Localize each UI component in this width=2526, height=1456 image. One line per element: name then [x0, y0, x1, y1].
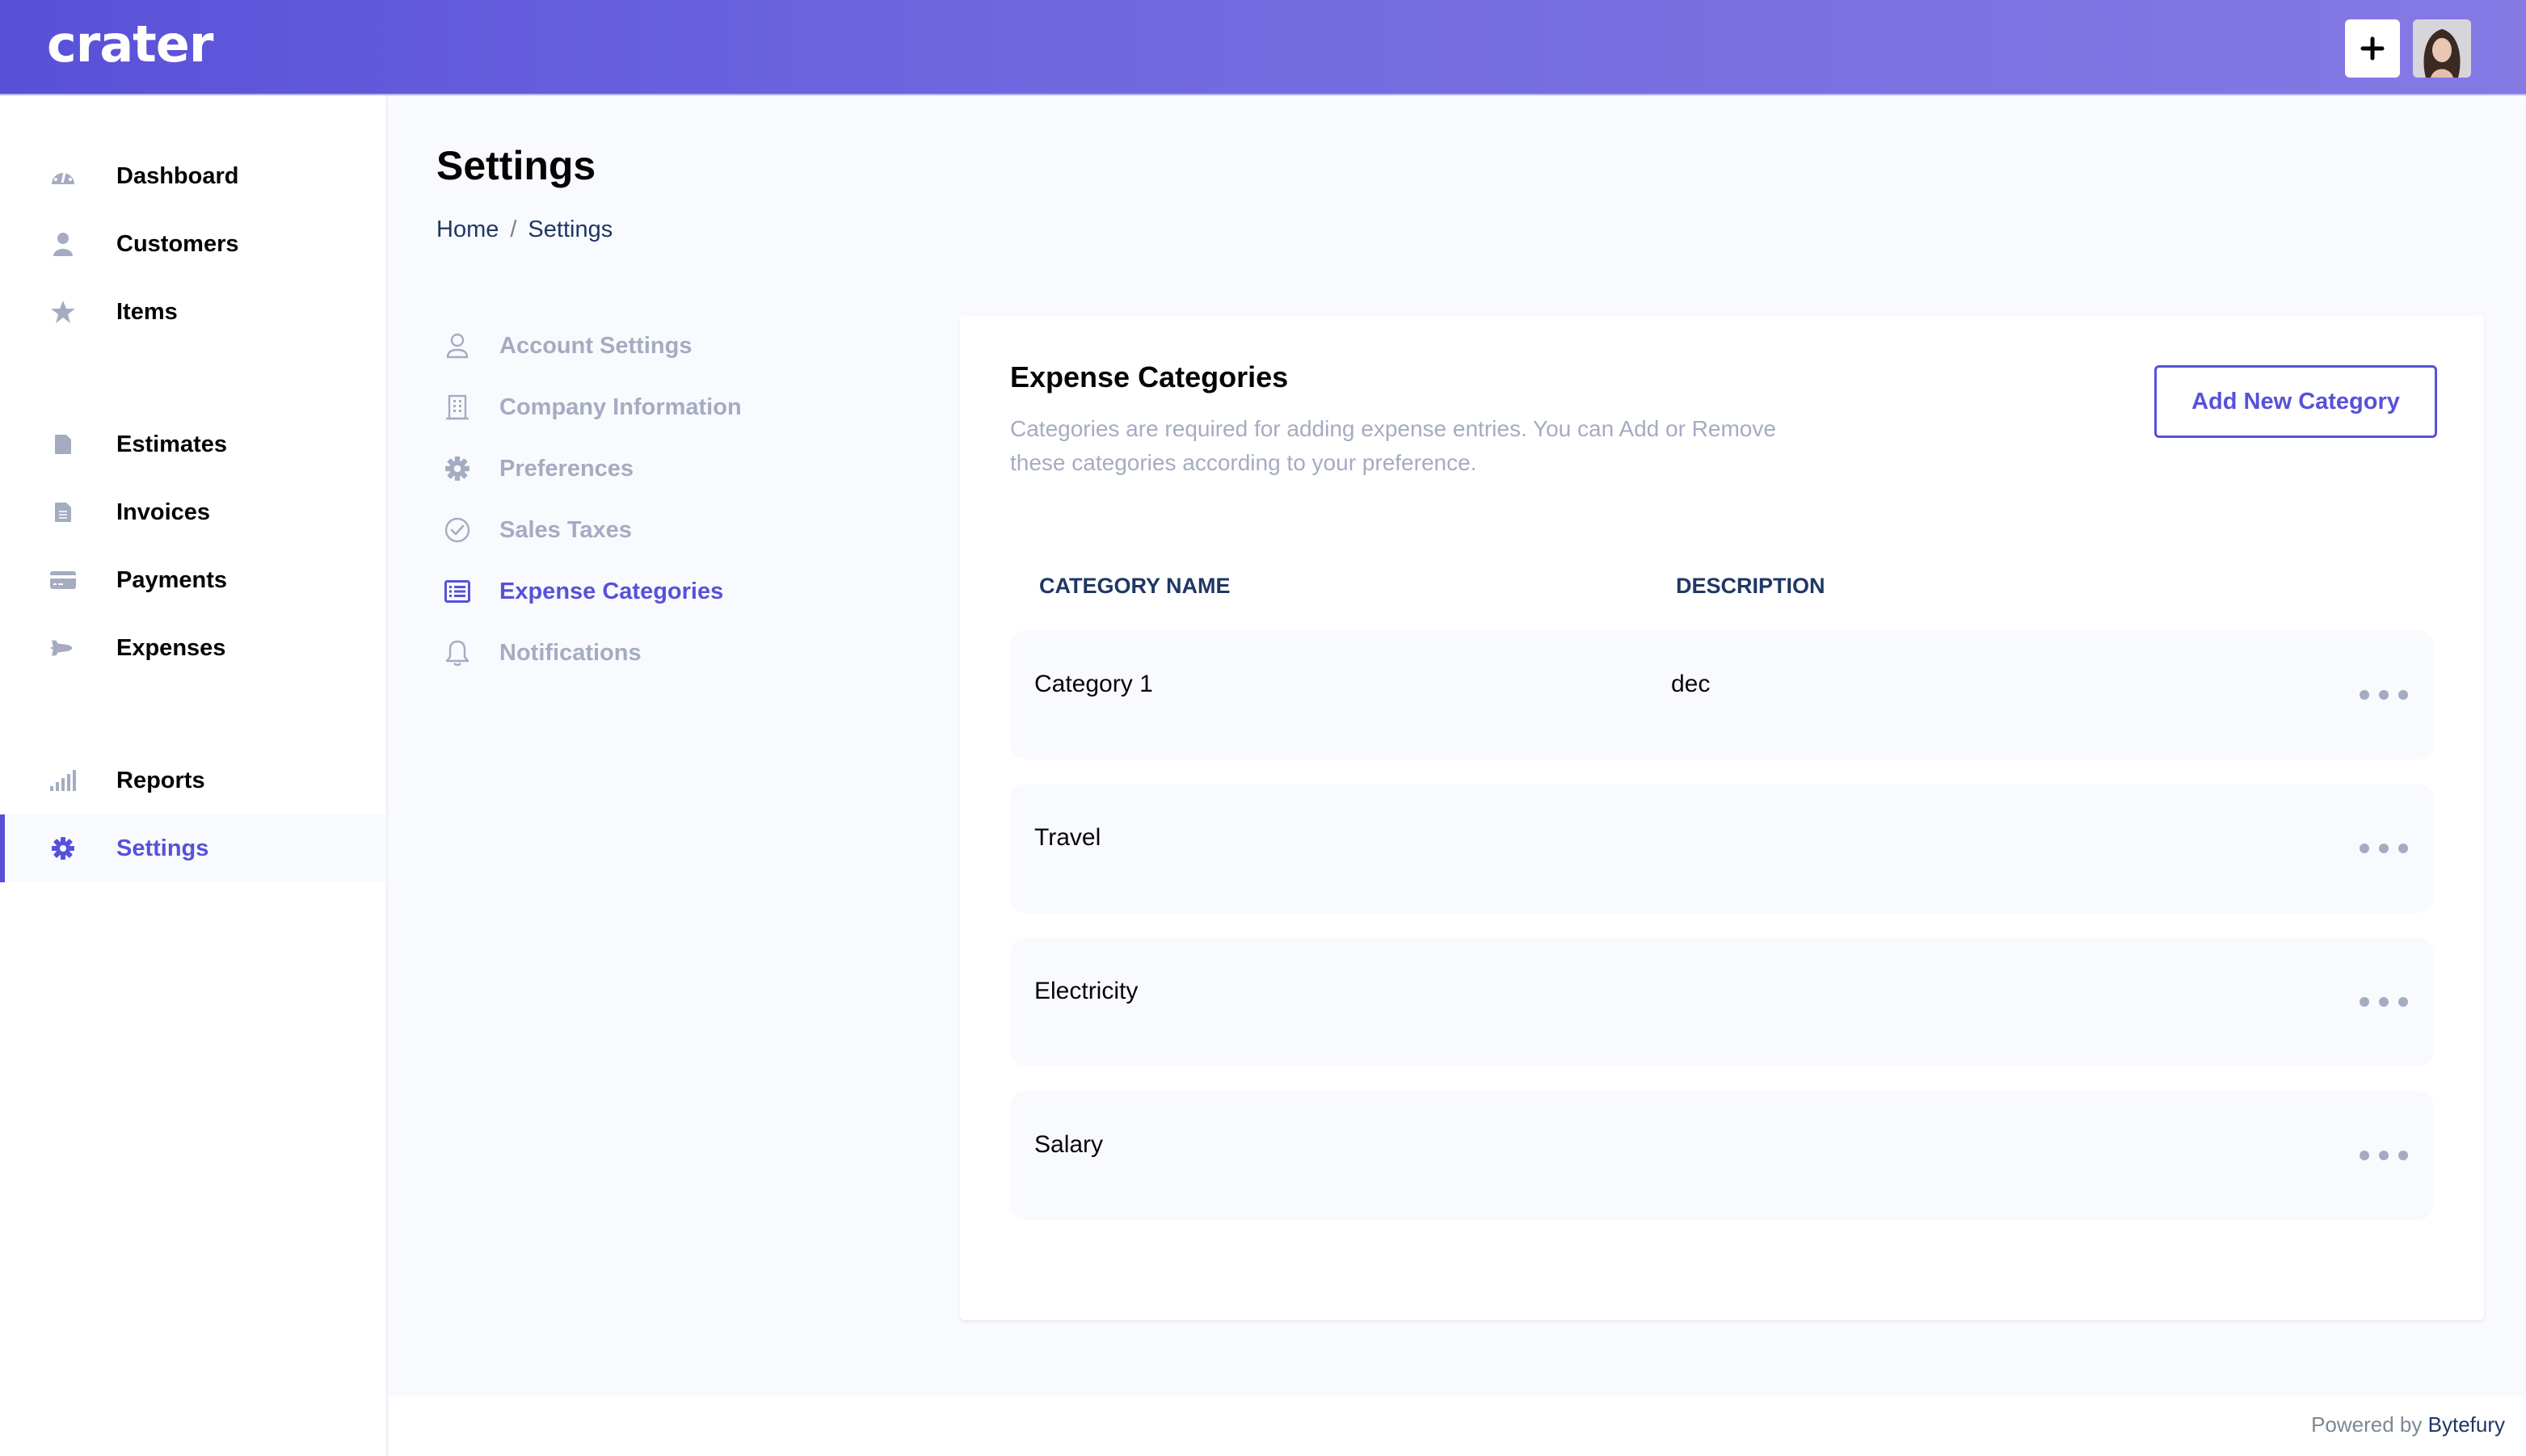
cog-icon [441, 452, 474, 485]
dots-horizontal-icon [2360, 690, 2369, 700]
add-new-category-button[interactable]: Add New Category [2154, 365, 2437, 438]
settings-nav-label: Sales Taxes [499, 516, 632, 543]
space-shuttle-icon [50, 635, 76, 661]
breadcrumb: Home / Settings [436, 217, 613, 243]
sidebar: Dashboard Customers Items Estimates Invo… [0, 95, 388, 1456]
category-name: Category 1 [1034, 671, 1153, 697]
card-description: Categories are required for adding expen… [1010, 416, 1776, 475]
powered-by: Powered by Bytefury [2311, 1412, 2505, 1437]
footer: Powered by Bytefury [389, 1396, 2526, 1456]
quick-add-button[interactable] [2345, 19, 2400, 78]
dots-horizontal-icon [2360, 1151, 2369, 1160]
sidebar-item-label: Customers [116, 230, 239, 257]
sidebar-item-label: Invoices [116, 499, 211, 525]
breadcrumb-home-link[interactable]: Home [436, 217, 499, 243]
sidebar-item-customers[interactable]: Customers [0, 210, 386, 278]
sidebar-item-reports[interactable]: Reports [0, 747, 386, 814]
category-name: Salary [1034, 1131, 1104, 1158]
bell-icon [441, 637, 474, 669]
star-icon [50, 299, 76, 325]
dots-horizontal-icon [2360, 997, 2369, 1007]
check-circle-icon [441, 514, 474, 546]
expense-categories-card: Expense Categories Categories are requir… [960, 315, 2484, 1320]
category-name: Electricity [1034, 978, 1139, 1004]
table-row[interactable]: Salary [1010, 1091, 2434, 1220]
page-title: Settings [436, 143, 596, 188]
sidebar-item-expenses[interactable]: Expenses [0, 614, 386, 682]
row-actions-button[interactable] [2360, 679, 2408, 711]
settings-nav-label: Company Information [499, 393, 742, 420]
plus-icon [2360, 36, 2385, 61]
document-icon [50, 431, 76, 457]
sidebar-item-items[interactable]: Items [0, 278, 386, 346]
sidebar-item-label: Items [116, 298, 178, 325]
sidebar-item-label: Expenses [116, 634, 226, 661]
column-header-category-name[interactable]: CATEGORY NAME [1039, 574, 1231, 599]
sidebar-item-label: Payments [116, 566, 228, 593]
user-outline-icon [441, 330, 474, 362]
settings-nav-label: Account Settings [499, 332, 693, 359]
settings-nav-notifications[interactable]: Notifications [441, 629, 642, 677]
settings-nav-preferences[interactable]: Preferences [441, 444, 634, 493]
office-building-icon [441, 391, 474, 423]
sidebar-item-settings[interactable]: Settings [0, 814, 386, 882]
table-row[interactable]: Electricity [1010, 937, 2434, 1067]
row-actions-button[interactable] [2360, 1139, 2408, 1172]
dashboard-icon [50, 163, 76, 189]
powered-by-prefix: Powered by [2311, 1412, 2423, 1437]
credit-card-icon [50, 567, 76, 593]
settings-nav-company-information[interactable]: Company Information [441, 383, 742, 431]
settings-nav-sales-taxes[interactable]: Sales Taxes [441, 506, 632, 554]
settings-nav-account-settings[interactable]: Account Settings [441, 322, 692, 370]
table-row[interactable]: Travel [1010, 784, 2434, 913]
breadcrumb-current[interactable]: Settings [528, 217, 613, 243]
top-header: crater [0, 0, 2526, 95]
dots-horizontal-icon [2360, 844, 2369, 853]
signal-icon [50, 768, 76, 793]
settings-nav-expense-categories[interactable]: Expense Categories [441, 567, 723, 616]
user-icon [50, 231, 76, 257]
category-description: dec [1671, 671, 1711, 697]
sidebar-item-label: Dashboard [116, 162, 239, 189]
row-actions-button[interactable] [2360, 832, 2408, 865]
sidebar-item-label: Estimates [116, 431, 228, 457]
list-icon [441, 575, 474, 608]
settings-nav-label: Expense Categories [499, 578, 724, 604]
bytefury-link[interactable]: Bytefury [2428, 1412, 2505, 1437]
table-row[interactable]: Category 1 dec [1010, 630, 2434, 760]
sidebar-item-estimates[interactable]: Estimates [0, 410, 386, 478]
document-text-icon [50, 499, 76, 525]
sidebar-item-label: Settings [116, 835, 209, 861]
sidebar-item-dashboard[interactable]: Dashboard [0, 142, 386, 210]
settings-nav-label: Preferences [499, 455, 634, 482]
sidebar-item-label: Reports [116, 767, 205, 793]
crater-logo[interactable]: crater [47, 15, 213, 74]
settings-nav-label: Notifications [499, 639, 642, 666]
card-title: Expense Categories [1010, 360, 1289, 393]
user-avatar[interactable] [2413, 19, 2471, 78]
category-name: Travel [1034, 824, 1101, 851]
row-actions-button[interactable] [2360, 986, 2408, 1018]
sidebar-item-payments[interactable]: Payments [0, 546, 386, 614]
avatar-image [2413, 19, 2471, 78]
sidebar-item-invoices[interactable]: Invoices [0, 478, 386, 546]
breadcrumb-separator: / [510, 217, 517, 242]
column-header-description[interactable]: DESCRIPTION [1676, 574, 1825, 599]
cog-icon [50, 835, 76, 861]
